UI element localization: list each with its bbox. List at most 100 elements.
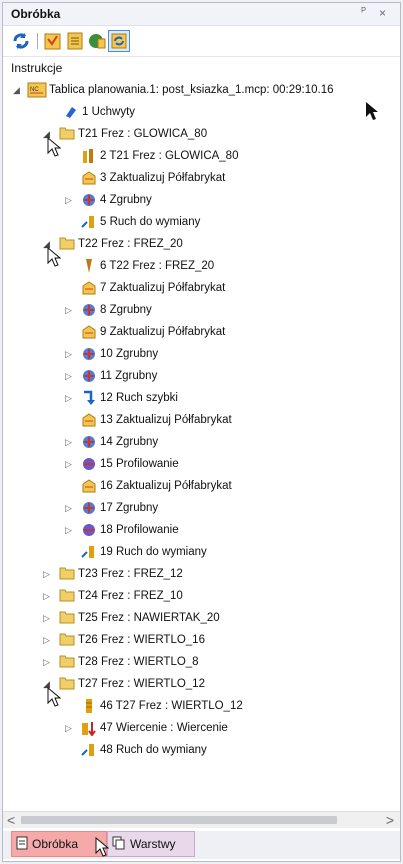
tree-item[interactable]: ▷ 10 Zgrubny <box>65 343 158 365</box>
tree-item[interactable]: ▷ 12 Ruch szybki <box>65 387 178 409</box>
profiling-icon <box>81 522 97 538</box>
expand-arrow-icon[interactable]: ▷ <box>65 525 81 536</box>
tree-item-label: T21 Frez : GLOWICA_80 <box>78 128 208 140</box>
layers-refresh-icon[interactable] <box>108 30 130 52</box>
tab-warstwy[interactable]: Warstwy <box>107 831 195 857</box>
tree-item[interactable]: 1 Uchwyty <box>63 101 135 123</box>
tree-item-label: T22 Frez : FREZ_20 <box>78 238 183 250</box>
tree-item[interactable]: ▷ 18 Profilowanie <box>65 519 179 541</box>
tree-item-label: 18 Profilowanie <box>100 524 179 536</box>
mouse-cursor-icon <box>47 137 61 157</box>
stock-update-icon <box>81 324 97 340</box>
pin-icon[interactable]: ᴾ <box>361 6 366 18</box>
tree-item[interactable]: 5 Ruch do wymiany <box>81 211 200 233</box>
tree-item-label: 10 Zgrubny <box>100 348 159 360</box>
tree-item[interactable]: 7 Zaktualizuj Półfabrykat <box>81 277 225 299</box>
expand-arrow-icon[interactable]: ▷ <box>43 635 59 646</box>
scroll-left-button[interactable]: < <box>7 812 15 828</box>
tree-item[interactable]: ▷ 17 Zgrubny <box>65 497 158 519</box>
folder-icon <box>59 236 75 252</box>
expand-arrow-icon[interactable]: ▷ <box>43 569 59 580</box>
operations-icon[interactable] <box>43 31 63 51</box>
rapid-move-icon <box>81 390 97 406</box>
refresh-icon[interactable] <box>11 31 31 51</box>
tree-item-label: T28 Frez : WIERTLO_8 <box>78 656 199 668</box>
tree-root[interactable]: ◢ NC Tablica planowania.1: post_ksiazka_… <box>13 79 334 101</box>
tree-item[interactable]: ▷ 47 Wiercenie : Wiercenie <box>65 717 228 739</box>
fixture-icon <box>63 104 79 120</box>
collapse-arrow-icon[interactable]: ◢ <box>13 85 27 95</box>
folder-icon <box>59 610 75 626</box>
tree-item[interactable]: ▷ 14 Zgrubny <box>65 431 158 453</box>
tool-group[interactable]: ◢ T27 Frez : WIERTLO_12 <box>43 673 205 695</box>
section-header: Instrukcje <box>11 61 63 75</box>
folder-icon <box>59 126 75 142</box>
toolbar-separator <box>37 33 38 49</box>
tree-item[interactable]: ▷ 4 Zgrubny <box>65 189 152 211</box>
mouse-cursor-icon <box>47 247 61 267</box>
horizontal-scrollbar[interactable]: < > <box>3 811 400 828</box>
tool-group[interactable]: ◢ T22 Frez : FREZ_20 <box>43 233 183 255</box>
tree-item-label: 6 T22 Frez : FREZ_20 <box>100 260 215 272</box>
stock-update-icon <box>81 280 97 296</box>
tree-item[interactable]: ▷ 8 Zgrubny <box>65 299 152 321</box>
expand-arrow-icon[interactable]: ▷ <box>43 591 59 602</box>
expand-arrow-icon[interactable]: ▷ <box>65 371 81 382</box>
stock-update-icon <box>81 170 97 186</box>
document-icon <box>16 836 28 853</box>
tree-item[interactable]: 9 Zaktualizuj Półfabrykat <box>81 321 225 343</box>
mouse-cursor-icon <box>95 837 109 857</box>
tree-item[interactable]: 46 T27 Frez : WIERTLO_12 <box>81 695 243 717</box>
tree-item-label: 12 Ruch szybki <box>100 392 178 404</box>
expand-arrow-icon[interactable]: ▷ <box>65 437 81 448</box>
tree-item[interactable]: 13 Zaktualizuj Półfabrykat <box>81 409 232 431</box>
globe-tool-icon[interactable] <box>87 31 107 51</box>
expand-arrow-icon[interactable]: ▷ <box>65 723 81 734</box>
close-icon[interactable]: × <box>379 6 386 20</box>
profiling-icon <box>81 456 97 472</box>
expand-arrow-icon[interactable]: ▷ <box>65 349 81 360</box>
tree-item-label: 17 Zgrubny <box>100 502 159 514</box>
layers-icon <box>112 836 126 853</box>
tree-item-label: 15 Profilowanie <box>100 458 179 470</box>
expand-arrow-icon[interactable]: ▷ <box>65 503 81 514</box>
tool-group[interactable]: ▷ T25 Frez : NAWIERTAK_20 <box>43 607 220 629</box>
tree-item[interactable]: 16 Zaktualizuj Półfabrykat <box>81 475 232 497</box>
folder-icon <box>59 654 75 670</box>
panel-tabs: Obróbka Warstwy <box>3 831 400 859</box>
tool-group[interactable]: ▷ T23 Frez : FREZ_12 <box>43 563 183 585</box>
panel-title: Obróbka <box>11 7 61 21</box>
tab-label: Obróbka <box>32 837 79 851</box>
document-icon[interactable] <box>65 31 85 51</box>
tool-group[interactable]: ▷ T28 Frez : WIERTLO_8 <box>43 651 199 673</box>
expand-arrow-icon[interactable]: ▷ <box>65 195 81 206</box>
expand-arrow-icon[interactable]: ▷ <box>43 657 59 668</box>
tool-group[interactable]: ▷ T24 Frez : FREZ_10 <box>43 585 183 607</box>
scroll-right-button[interactable]: > <box>386 812 394 828</box>
tree-item-label: T23 Frez : FREZ_12 <box>78 568 183 580</box>
scrollbar-thumb[interactable] <box>21 816 337 824</box>
stock-update-icon <box>81 478 97 494</box>
tree-item-label: 48 Ruch do wymiany <box>100 744 207 756</box>
tool-group[interactable]: ▷ T26 Frez : WIERTLO_16 <box>43 629 205 651</box>
tree-item-label: 1 Uchwyty <box>82 106 136 118</box>
mouse-cursor-icon <box>366 102 378 120</box>
tree-item-label: 8 Zgrubny <box>100 304 152 316</box>
expand-arrow-icon[interactable]: ▷ <box>65 393 81 404</box>
tool-group[interactable]: ◢ T21 Frez : GLOWICA_80 <box>43 123 207 145</box>
tool-change-icon <box>81 698 97 714</box>
expand-arrow-icon[interactable]: ▷ <box>43 613 59 624</box>
expand-arrow-icon[interactable]: ▷ <box>65 305 81 316</box>
mouse-cursor-icon <box>47 687 61 707</box>
tree-item[interactable]: 48 Ruch do wymiany <box>81 739 207 761</box>
tree-item[interactable]: 19 Ruch do wymiany <box>81 541 207 563</box>
tab-obrobka[interactable]: Obróbka <box>11 831 107 857</box>
tree-item[interactable]: 3 Zaktualizuj Półfabrykat <box>81 167 225 189</box>
tree-item-label: 47 Wiercenie : Wiercenie <box>100 722 228 734</box>
tree-item[interactable]: ▷ 11 Zgrubny <box>65 365 157 387</box>
machining-panel: Obróbka ᴾ × Instrukcje ◢ NC Tablica plan… <box>2 2 401 862</box>
expand-arrow-icon[interactable]: ▷ <box>65 459 81 470</box>
tree-item[interactable]: 6 T22 Frez : FREZ_20 <box>81 255 214 277</box>
tree-item[interactable]: ▷ 15 Profilowanie <box>65 453 179 475</box>
tree-item[interactable]: 2 T21 Frez : GLOWICA_80 <box>81 145 238 167</box>
